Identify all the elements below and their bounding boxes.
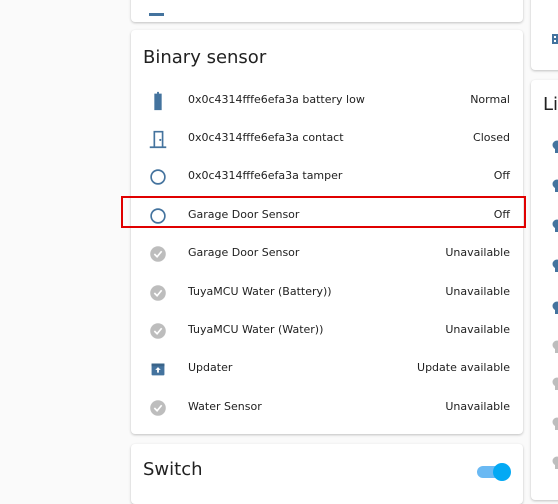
check-circle-icon: [147, 320, 169, 342]
lightbulb-icon[interactable]: [552, 340, 558, 354]
entity-name: TuyaMCU Water (Water)): [188, 323, 323, 336]
entity-name: Garage Door Sensor: [188, 246, 299, 259]
battery-icon: [147, 90, 169, 112]
partial-icon: [149, 13, 164, 16]
door-icon: [147, 128, 169, 150]
card-title: Switch: [143, 459, 203, 480]
entity-row-garage-door-sensor[interactable]: Garage Door Sensor Off: [131, 196, 523, 234]
switch-card: Switch: [131, 444, 523, 504]
entity-state: Off: [494, 208, 510, 221]
lightbulb-icon[interactable]: [552, 179, 558, 193]
entity-state: Off: [494, 169, 510, 182]
check-circle-icon: [147, 243, 169, 265]
check-circle-icon: [147, 282, 169, 304]
previous-card: [131, 0, 523, 22]
entity-state: Unavailable: [445, 400, 510, 413]
entity-row[interactable]: 0x0c4314fffe6efa3a tamper Off: [131, 157, 523, 195]
switch-toggle[interactable]: [477, 466, 507, 480]
check-circle-icon: [147, 397, 169, 419]
entity-name: 0x0c4314fffe6efa3a tamper: [188, 169, 342, 182]
package-up-icon: [147, 358, 169, 380]
card-title: Binary sensor: [143, 47, 266, 68]
binary-sensor-card: Binary sensor 0x0c4314fffe6efa3a battery…: [131, 30, 523, 434]
entity-name: Updater: [188, 361, 232, 374]
lightbulb-icon[interactable]: [552, 140, 558, 154]
entity-state: Normal: [470, 93, 510, 106]
lights-card-partial: Li: [531, 80, 558, 500]
toggle-thumb: [493, 463, 511, 481]
entity-name: 0x0c4314fffe6efa3a contact: [188, 131, 344, 144]
entity-name: 0x0c4314fffe6efa3a battery low: [188, 93, 365, 106]
entity-row[interactable]: Garage Door Sensor Unavailable: [131, 234, 523, 272]
entity-state: Unavailable: [445, 246, 510, 259]
lightbulb-icon[interactable]: [552, 417, 558, 431]
entity-row[interactable]: TuyaMCU Water (Water)) Unavailable: [131, 311, 523, 349]
lightbulb-icon[interactable]: [552, 259, 558, 273]
entity-row[interactable]: TuyaMCU Water (Battery)) Unavailable: [131, 273, 523, 311]
entity-row-updater[interactable]: Updater Update available: [131, 349, 523, 387]
entity-name: Water Sensor: [188, 400, 262, 413]
entity-state: Update available: [417, 361, 510, 374]
lightbulb-icon[interactable]: [552, 377, 558, 391]
circle-outline-icon: [147, 166, 169, 188]
entity-state: Unavailable: [445, 285, 510, 298]
building-icon: [552, 33, 558, 44]
right-card-partial: [531, 0, 558, 70]
entity-row[interactable]: 0x0c4314fffe6efa3a contact Closed: [131, 119, 523, 157]
card-title: Li: [543, 94, 558, 115]
lightbulb-icon[interactable]: [552, 219, 558, 233]
entity-name: TuyaMCU Water (Battery)): [188, 285, 332, 298]
lightbulb-icon[interactable]: [552, 456, 558, 470]
entity-row[interactable]: 0x0c4314fffe6efa3a battery low Normal: [131, 81, 523, 119]
circle-outline-icon: [147, 205, 169, 227]
entity-state: Closed: [473, 131, 510, 144]
entity-state: Unavailable: [445, 323, 510, 336]
lightbulb-icon[interactable]: [552, 301, 558, 315]
entity-name: Garage Door Sensor: [188, 208, 299, 221]
entity-row[interactable]: Water Sensor Unavailable: [131, 388, 523, 426]
